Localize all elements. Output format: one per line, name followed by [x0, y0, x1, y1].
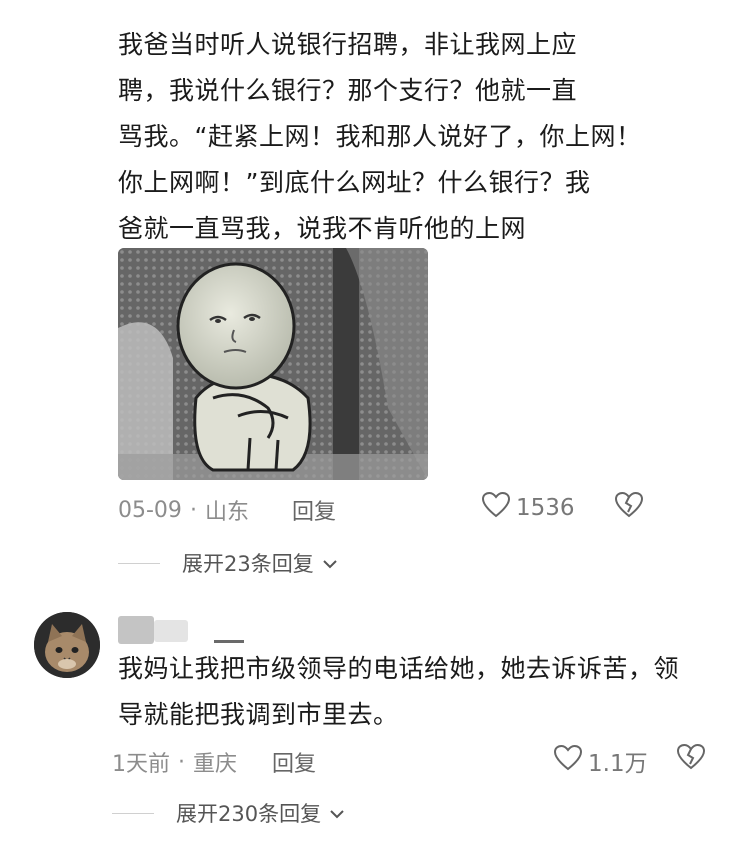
username-redacted[interactable]	[118, 616, 244, 644]
separator-dot: ·	[189, 497, 197, 523]
meme-illustration	[118, 248, 428, 480]
like-button[interactable]: 1536	[481, 491, 575, 524]
broken-heart-icon	[614, 491, 644, 522]
expand-replies-label: 展开23条回复	[182, 552, 314, 576]
comment-line: 你上网啊！”到底什么网址？什么银行？我	[118, 168, 591, 197]
divider-line	[112, 812, 154, 814]
reply-button[interactable]: 回复	[272, 746, 316, 778]
comment-location: 重庆	[193, 752, 238, 777]
like-count: 1536	[516, 495, 575, 521]
expand-replies-button[interactable]: 展开23条回复	[118, 548, 338, 578]
broken-heart-icon	[676, 743, 706, 774]
separator-dot: ·	[178, 749, 185, 775]
comment-1-meta: 05-09 · 山东	[118, 494, 249, 526]
chevron-down-icon	[322, 551, 338, 575]
comment-date: 05-09	[118, 497, 182, 523]
dislike-button[interactable]	[676, 743, 706, 774]
expand-replies-label: 展开230条回复	[176, 802, 322, 826]
like-count: 1.1万	[588, 751, 648, 777]
comment-line: 导就能把我调到市里去。	[118, 700, 399, 729]
heart-outline-icon	[553, 744, 583, 777]
reply-button[interactable]: 回复	[292, 494, 336, 526]
divider-line	[118, 562, 160, 564]
expand-replies-button[interactable]: 展开230条回复	[112, 798, 345, 828]
comment-location: 山东	[204, 500, 249, 525]
comment-line: 我妈让我把市级领导的电话给她，她去诉诉苦，领	[118, 654, 680, 683]
comment-line: 我爸当时听人说银行招聘，非让我网上应	[118, 30, 578, 59]
comment-2-text: 我妈让我把市级领导的电话给她，她去诉诉苦，领 导就能把我调到市里去。	[118, 646, 738, 738]
like-button[interactable]: 1.1万	[553, 744, 648, 778]
comment-time: 1天前	[112, 752, 170, 777]
comment-line: 爸就一直骂我，说我不肯听他的上网	[118, 214, 527, 243]
comment-line: 聘，我说什么银行？那个支行？他就一直	[118, 76, 578, 105]
comment-1-text: 我爸当时听人说银行招聘，非让我网上应 聘，我说什么银行？那个支行？他就一直 骂我…	[118, 22, 718, 252]
avatar[interactable]	[34, 612, 100, 678]
meme-image[interactable]	[118, 248, 428, 480]
comment-2-meta: 1天前 · 重庆	[112, 746, 237, 778]
comment-line: 骂我。“赶紧上网！我和那人说好了，你上网！	[118, 122, 642, 151]
heart-outline-icon	[481, 491, 511, 524]
cat-avatar-image	[34, 612, 100, 678]
dislike-button[interactable]	[614, 491, 644, 522]
chevron-down-icon	[329, 801, 345, 825]
